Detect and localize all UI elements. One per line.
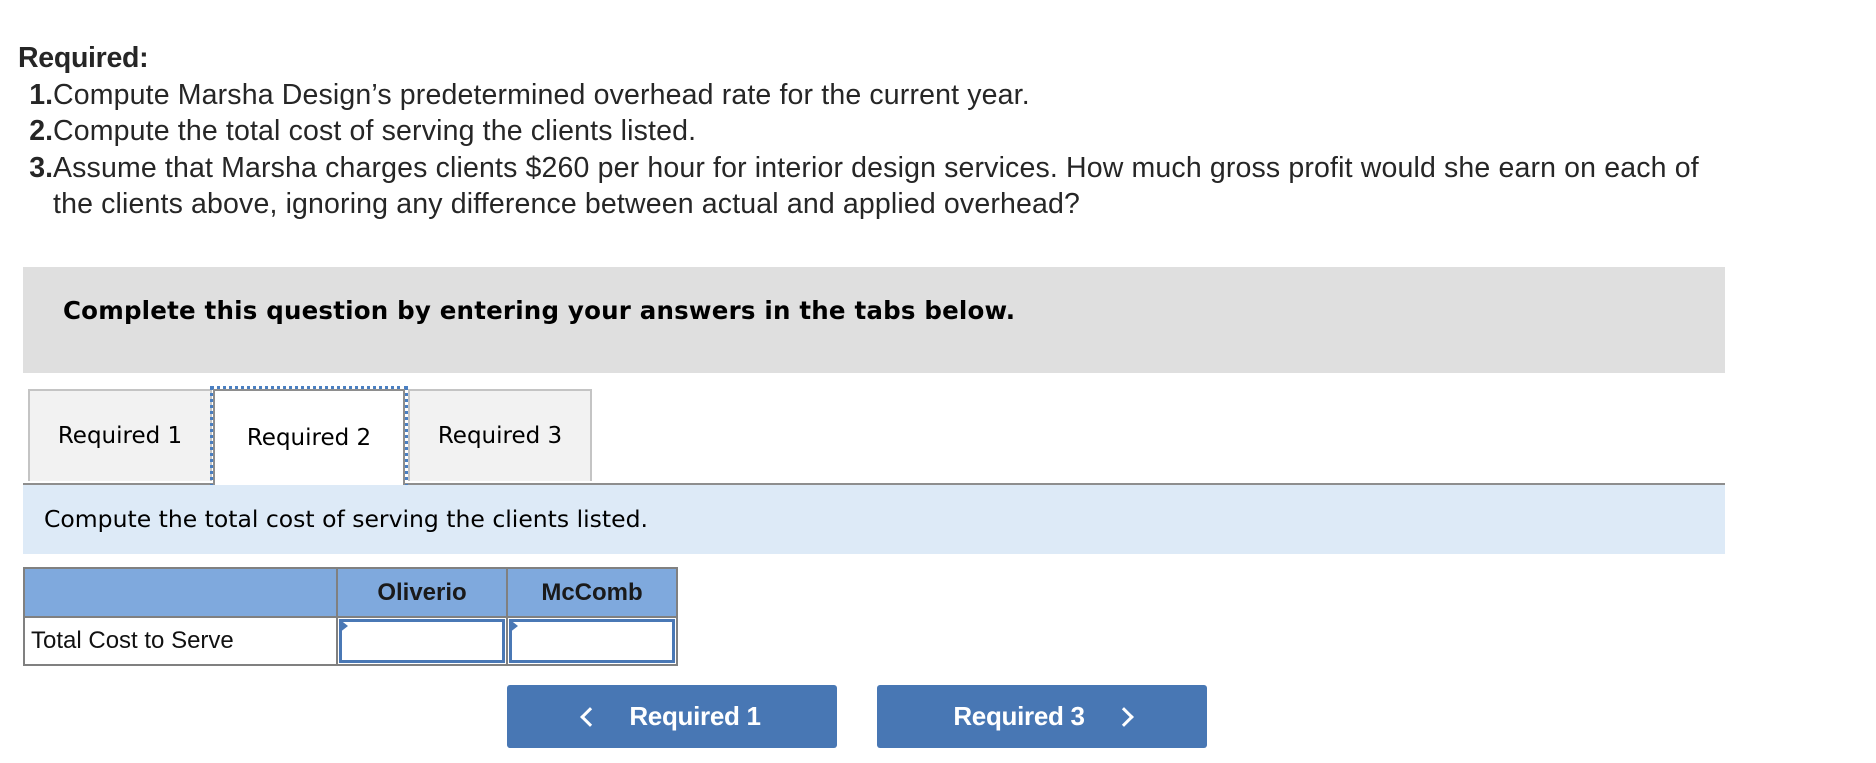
question-prompt: Compute the total cost of serving the cl…: [44, 505, 648, 533]
requirement-text: Assume that Marsha charges clients $260 …: [53, 151, 1699, 184]
answer-table: Oliverio McComb Total Cost to Serve: [23, 567, 678, 666]
requirement-item-2: 2. Compute the total cost of serving the…: [18, 113, 1699, 150]
tab-label: Required 2: [246, 425, 372, 451]
tab-bar: Required 1 Required 2 Required 3: [23, 386, 1725, 488]
instruction-banner: Complete this question by entering your …: [23, 267, 1725, 373]
requirement-text: Compute the total cost of serving the cl…: [53, 115, 697, 147]
requirements-heading: Required:: [18, 42, 149, 74]
mccomb-cell: [506, 616, 678, 666]
table-row: Total Cost to Serve: [23, 616, 678, 666]
requirement-text-continuation: the clients above, ignoring any differen…: [53, 188, 1080, 220]
requirement-number: 2.: [29, 115, 53, 147]
next-button-label: Required 3: [953, 701, 1085, 731]
previous-required-1-button[interactable]: Required 1: [507, 685, 837, 748]
previous-button-label: Required 1: [629, 701, 761, 731]
column-header-oliverio: Oliverio: [336, 567, 508, 618]
table-header-row: Oliverio McComb: [23, 567, 678, 618]
mccomb-total-cost-input[interactable]: [509, 619, 675, 663]
row-label-total-cost-to-serve: Total Cost to Serve: [23, 616, 338, 666]
chevron-right-icon: [1113, 706, 1134, 727]
question-prompt-panel: Compute the total cost of serving the cl…: [23, 485, 1725, 554]
instruction-text: Complete this question by entering your …: [63, 296, 1016, 325]
requirement-text: Compute Marsha Design’s predetermined ov…: [53, 78, 1030, 111]
oliverio-cell: [336, 616, 508, 666]
tab-label: Required 3: [437, 423, 563, 449]
tab-label: Required 1: [57, 423, 183, 449]
tab-required-2[interactable]: Required 2: [210, 386, 408, 488]
next-required-3-button[interactable]: Required 3: [877, 685, 1207, 748]
tab-required-3[interactable]: Required 3: [408, 389, 592, 481]
chevron-left-icon: [580, 706, 601, 727]
requirement-number: 3.: [29, 151, 53, 184]
requirement-item-3: 3. Assume that Marsha charges clients $2…: [18, 150, 1699, 187]
oliverio-total-cost-input[interactable]: [339, 619, 505, 663]
requirements-section: Required: 1. Compute Marsha Design’s pre…: [18, 40, 1699, 223]
requirement-item-1: 1. Compute Marsha Design’s predetermined…: [18, 77, 1699, 114]
tab-required-1[interactable]: Required 1: [28, 389, 212, 481]
requirement-number: 1.: [29, 78, 53, 111]
column-header-mccomb: McComb: [506, 567, 678, 618]
column-header-blank: [23, 567, 338, 618]
